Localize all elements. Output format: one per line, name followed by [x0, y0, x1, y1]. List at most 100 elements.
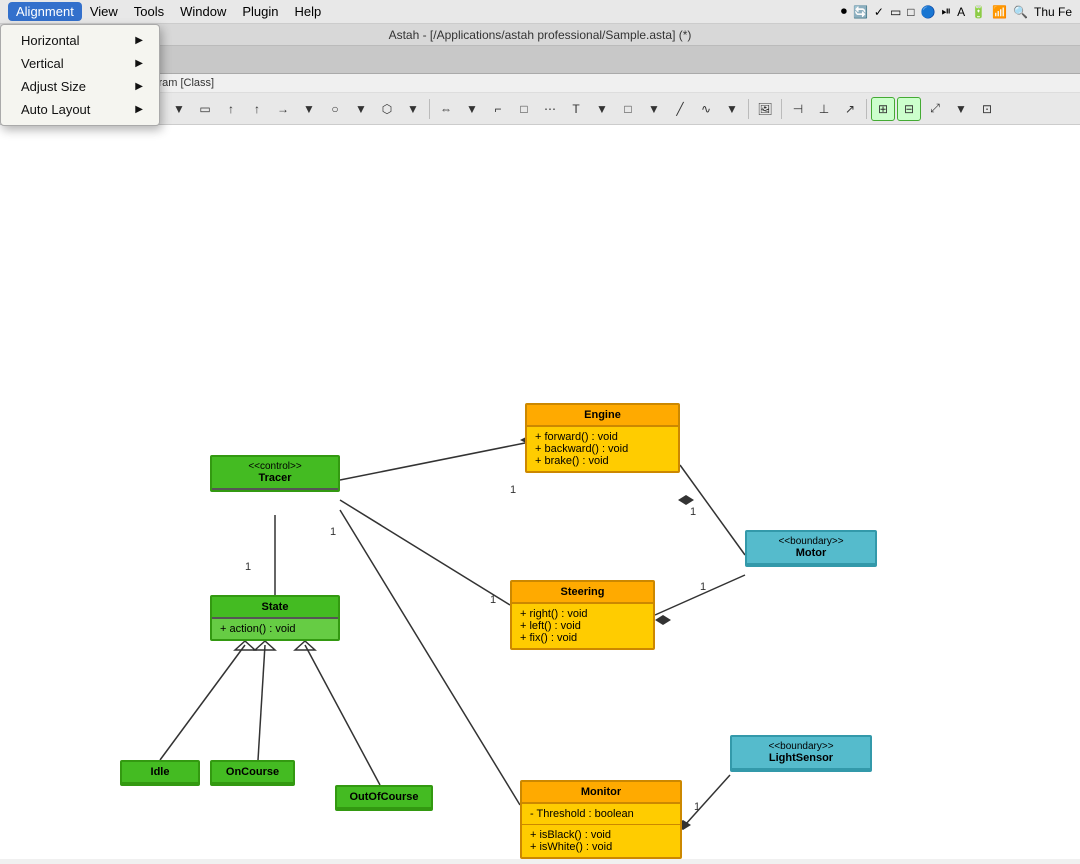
zoom-tool[interactable]: ⤢ [923, 97, 947, 121]
class-monitor-methods: + isBlack() : void + isWhite() : void [522, 825, 680, 857]
class-outofcourse[interactable]: OutOfCourse [335, 785, 433, 811]
svg-text:1: 1 [245, 561, 251, 573]
rect2-tool[interactable]: □ [616, 97, 640, 121]
menu-help[interactable]: Help [287, 2, 330, 21]
engine-method-2: + backward() : void [535, 443, 670, 455]
svg-text:1: 1 [330, 526, 336, 538]
connect-tool[interactable]: ⇔ [434, 97, 458, 121]
class-monitor[interactable]: Monitor - Threshold : boolean + isBlack(… [520, 780, 682, 859]
svg-text:1: 1 [700, 581, 706, 593]
menubar: Alignment View Tools Window Plugin Help … [0, 0, 1080, 24]
class-state-body: + action() : void [212, 619, 338, 639]
svg-text:1: 1 [694, 801, 700, 813]
class-state[interactable]: State + action() : void [210, 595, 340, 641]
menu-adjust-size[interactable]: Adjust Size ▶ [1, 75, 159, 98]
circle-drop[interactable]: ▼ [349, 97, 373, 121]
zoom-drop[interactable]: ▼ [949, 97, 973, 121]
menu-view[interactable]: View [82, 2, 126, 21]
class-oncourse-header: OnCourse [212, 762, 293, 784]
state-name: State [220, 601, 330, 613]
tabbar: Class Diagram × [0, 46, 1080, 74]
motor-stereotype: <<boundary>> [755, 536, 867, 547]
sep2 [429, 99, 430, 119]
toolbar: ↖ ▦ 📁 📂 📌 — ▼ ▭ ↑ ↑ → ▼ ○ ▼ ⬡ ▼ ⇔ ▼ ⌐ □ … [0, 93, 1080, 125]
class-monitor-body: - Threshold : boolean [522, 804, 680, 825]
align-v-tool[interactable]: ⊥ [812, 97, 836, 121]
menu-tools[interactable]: Tools [126, 2, 172, 21]
image-tool[interactable]: 🖼 [753, 97, 777, 121]
snap-tool[interactable]: ⊟ [897, 97, 921, 121]
idle-name: Idle [130, 766, 190, 778]
menu-vertical[interactable]: Vertical ▶ [1, 52, 159, 75]
class-engine[interactable]: Engine + forward() : void + backward() :… [525, 403, 680, 473]
hex-tool[interactable]: ⬡ [375, 97, 399, 121]
align-h-tool[interactable]: ⊣ [786, 97, 810, 121]
rect-tool[interactable]: ▭ [193, 97, 217, 121]
sep3 [748, 99, 749, 119]
circle-tool[interactable]: ○ [323, 97, 347, 121]
svg-text:1: 1 [510, 484, 516, 496]
arrow-tool[interactable]: → [271, 97, 295, 121]
lightsensor-name: LightSensor [740, 752, 862, 764]
class-oncourse[interactable]: OnCourse [210, 760, 295, 786]
up-tool[interactable]: ↑ [219, 97, 243, 121]
app-title: Astah - [/Applications/astah professiona… [389, 28, 692, 42]
tracer-name: Tracer [220, 472, 330, 484]
menu-alignment[interactable]: Alignment [8, 2, 82, 21]
grid-tool[interactable]: ⊞ [871, 97, 895, 121]
menu-horizontal[interactable]: Horizontal ▶ [1, 29, 159, 52]
class-steering[interactable]: Steering + right() : void + left() : voi… [510, 580, 655, 650]
menu-window[interactable]: Window [172, 2, 234, 21]
connect-drop[interactable]: ▼ [460, 97, 484, 121]
anchor-tool[interactable]: ⌐ [486, 97, 510, 121]
diagram-canvas[interactable]: 1 1 1 1 1 1 1 1 [0, 125, 1080, 859]
steering-method-1: + right() : void [520, 608, 645, 620]
arrow-drop[interactable]: ▼ [297, 97, 321, 121]
dash-tool[interactable]: ⋯ [538, 97, 562, 121]
chevron-right-icon: ▶ [135, 81, 143, 92]
outofcourse-name: OutOfCourse [345, 791, 423, 803]
connections-svg: 1 1 1 1 1 1 1 1 [0, 125, 1080, 859]
menu-plugin[interactable]: Plugin [234, 2, 286, 21]
curve-tool[interactable]: ∿ [694, 97, 718, 121]
class-engine-header: Engine [527, 405, 678, 427]
class-steering-body: + right() : void + left() : void + fix()… [512, 604, 653, 648]
class-tracer-header: <<control>> Tracer [212, 457, 338, 490]
state-method-1: + action() : void [220, 623, 330, 635]
engine-name: Engine [535, 409, 670, 421]
line2-tool[interactable]: ▼ [167, 97, 191, 121]
class-engine-body: + forward() : void + backward() : void +… [527, 427, 678, 471]
motor-name: Motor [755, 547, 867, 559]
text-drop[interactable]: ▼ [590, 97, 614, 121]
box-tool[interactable]: □ [512, 97, 536, 121]
svg-text:1: 1 [490, 594, 496, 606]
text-tool[interactable]: T [564, 97, 588, 121]
class-motor[interactable]: <<boundary>> Motor [745, 530, 877, 567]
menubar-right-icons: ⏺🔄✓▭□🔵⏯A🔋📶🔍Thu Fe [841, 4, 1072, 19]
class-state-header: State [212, 597, 338, 619]
class-idle-header: Idle [122, 762, 198, 784]
class-tracer[interactable]: <<control>> Tracer [210, 455, 340, 492]
class-monitor-header: Monitor [522, 782, 680, 804]
menu-auto-layout[interactable]: Auto Layout ▶ [1, 98, 159, 121]
fit-tool[interactable]: ⊡ [975, 97, 999, 121]
curve-drop[interactable]: ▼ [720, 97, 744, 121]
sep4 [781, 99, 782, 119]
hex-drop[interactable]: ▼ [401, 97, 425, 121]
rect2-drop[interactable]: ▼ [642, 97, 666, 121]
up2-tool[interactable]: ↑ [245, 97, 269, 121]
tracer-stereotype: <<control>> [220, 461, 330, 472]
class-steering-header: Steering [512, 582, 653, 604]
class-idle[interactable]: Idle [120, 760, 200, 786]
class-motor-header: <<boundary>> Motor [747, 532, 875, 565]
alignment-dropdown: Horizontal ▶ Vertical ▶ Adjust Size ▶ Au… [0, 24, 160, 126]
engine-method-1: + forward() : void [535, 431, 670, 443]
titlebar: Astah - [/Applications/astah professiona… [0, 24, 1080, 46]
steering-method-3: + fix() : void [520, 632, 645, 644]
monitor-method-2: + isWhite() : void [530, 841, 672, 853]
diag-tool[interactable]: ╱ [668, 97, 692, 121]
class-lightsensor-header: <<boundary>> LightSensor [732, 737, 870, 770]
chevron-right-icon: ▶ [135, 35, 143, 46]
arrow2-tool[interactable]: ↗ [838, 97, 862, 121]
class-lightsensor[interactable]: <<boundary>> LightSensor [730, 735, 872, 772]
